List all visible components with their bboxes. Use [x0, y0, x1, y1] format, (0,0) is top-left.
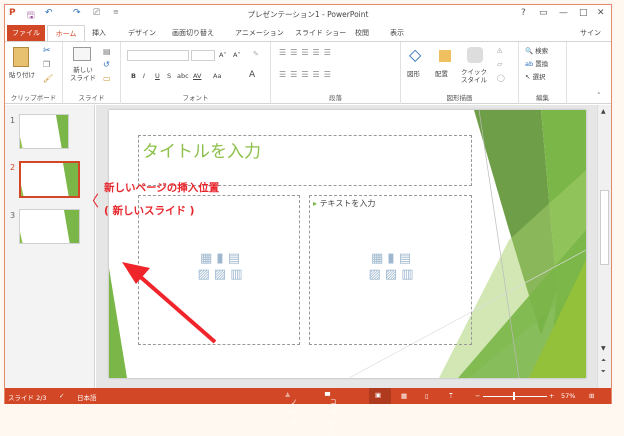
annotation-arrow: [122, 262, 217, 344]
